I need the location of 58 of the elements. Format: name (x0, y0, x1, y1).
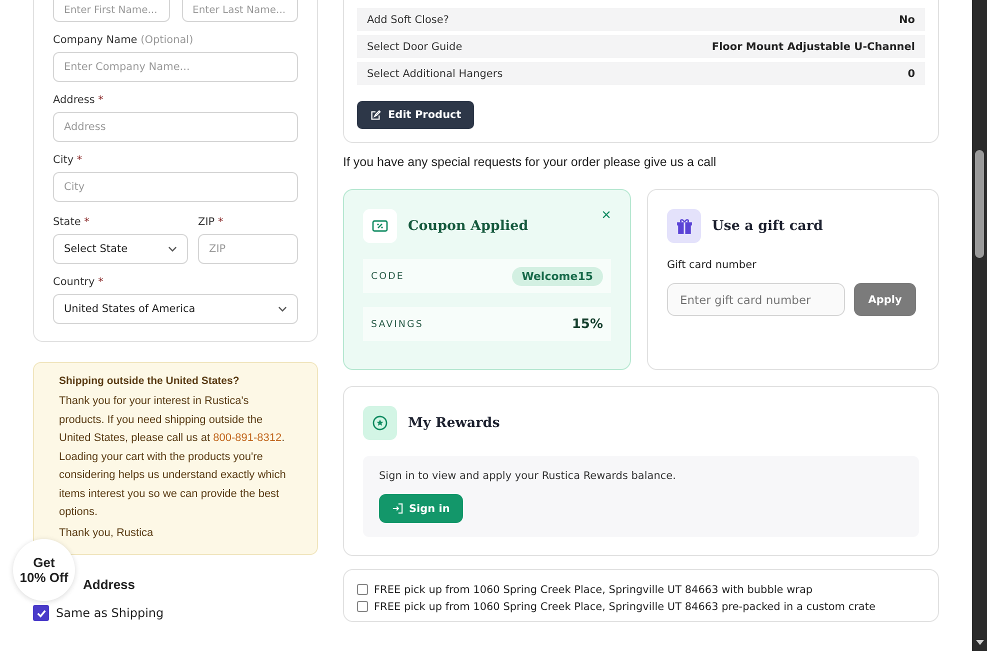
sign-in-button[interactable]: Sign in (379, 494, 463, 523)
special-requests-text: If you have any special requests for your order please give us a call (343, 155, 718, 169)
scrollbar[interactable] (972, 0, 987, 651)
field-label: State * (53, 216, 90, 228)
company-field[interactable]: Enter Company Name... (53, 52, 298, 82)
option-label: Select Door Guide (367, 40, 462, 52)
gift-card-title: Use a gift card (712, 218, 823, 234)
scroll-down-arrow-icon[interactable] (976, 640, 984, 645)
field-label: ZIP * (198, 216, 224, 228)
savings-label: SAVINGS (371, 318, 424, 330)
city-field[interactable]: City (53, 172, 298, 202)
option-label: Select Additional Hangers (367, 68, 503, 80)
phone-link[interactable]: 800-891-8312 (213, 432, 282, 444)
apply-button[interactable]: Apply (854, 283, 916, 316)
state-dropdown[interactable]: Select State (53, 234, 188, 264)
chevron-down-icon (168, 246, 177, 252)
checkbox-label: FREE pick up from 1060 Spring Creek Place, Springville UT 84663 pre-packed in a custom crate (374, 600, 876, 612)
option-value: No (898, 14, 915, 26)
field-label: Gift card number (667, 259, 758, 271)
name-field[interactable]: Enter Last Name... (182, 0, 298, 22)
option-value: Floor Mount Adjustable U-Channel (712, 40, 915, 52)
option-label: Add Soft Close? (367, 14, 449, 26)
star-badge-icon (363, 406, 397, 440)
close-button[interactable]: × (602, 207, 611, 225)
checkbox[interactable] (357, 584, 368, 595)
sign-in-icon (392, 503, 403, 514)
edit-product-button[interactable]: Edit Product (357, 101, 474, 129)
address-field[interactable]: Address (53, 112, 298, 142)
section-heading: Address (83, 577, 136, 592)
promo-badge[interactable]: Get 10% Off (13, 539, 75, 601)
chevron-down-icon (278, 306, 287, 312)
code-label: CODE (371, 270, 404, 282)
field-label: Address * (53, 94, 104, 106)
gift-icon (667, 209, 701, 243)
rewards-title: My Rewards (408, 415, 500, 431)
notice-signoff: Thank you, Rustica (59, 526, 154, 540)
checkbox-label: FREE pick up from 1060 Spring Creek Place, Springville UT 84663 with bubble wrap (374, 584, 813, 596)
zip-field[interactable]: ZIP (198, 234, 298, 264)
rewards-message: Sign in to view and apply your Rustica Rewards balance. (379, 470, 677, 482)
checkbox[interactable] (33, 605, 49, 621)
field-label: City * (53, 154, 84, 166)
checkbox-label: Same as Shipping (56, 606, 164, 620)
coupon-ticket-icon (363, 209, 397, 243)
coupon-title: Coupon Applied (408, 218, 530, 234)
check-icon (36, 608, 46, 618)
scrollbar-thumb[interactable] (975, 150, 984, 258)
option-value: 0 (908, 68, 915, 80)
field-label: Company Name (Optional) (53, 34, 194, 46)
savings-value: 15% (572, 316, 603, 332)
coupon-code-badge: Welcome15 (512, 266, 603, 286)
checkbox[interactable] (357, 601, 368, 612)
name-field[interactable]: Enter First Name... (53, 0, 170, 22)
notice-text: Thank you for your interest in Rustica's products. If you need shipping outside the United States, please call us at 800-891-8312. Loading your cart with the products you're considering helps us understand exactly which items interest you so we can provide the best options. (59, 394, 287, 520)
edit-icon (370, 110, 381, 120)
field-label: Country * (53, 276, 104, 288)
country-dropdown[interactable]: United States of America (53, 294, 298, 324)
notice-title: Shipping outside the United States? (59, 375, 240, 387)
gift-card-field[interactable]: Enter gift card number (667, 283, 845, 316)
